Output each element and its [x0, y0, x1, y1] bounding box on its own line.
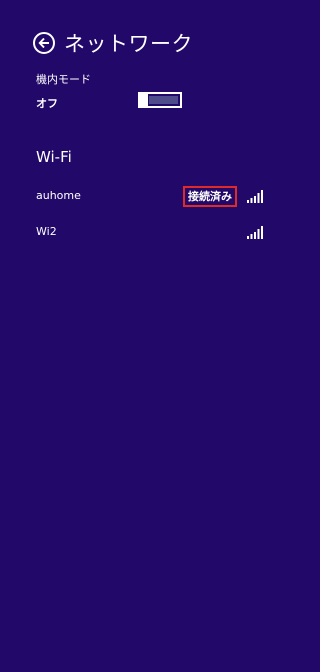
- connection-status-badge: 接続済み: [183, 186, 237, 207]
- network-row-auhome[interactable]: auhome 接続済み: [36, 186, 264, 207]
- back-arrow-icon: [38, 37, 49, 49]
- toggle-track: [149, 96, 178, 104]
- header: ネットワーク: [33, 28, 193, 58]
- toggle-thumb[interactable]: [138, 92, 148, 108]
- wifi-heading: Wi-Fi: [36, 148, 72, 166]
- airplane-mode-label: 機内モード: [36, 73, 91, 86]
- back-button[interactable]: [33, 32, 55, 54]
- page-title: ネットワーク: [64, 32, 193, 56]
- network-name: Wi2: [36, 225, 57, 238]
- network-name: auhome: [36, 189, 81, 202]
- airplane-mode-state: オフ: [36, 97, 58, 110]
- network-row-wi2[interactable]: Wi2: [36, 222, 264, 242]
- wifi-signal-icon: [247, 226, 263, 239]
- airplane-mode-toggle[interactable]: [138, 92, 182, 108]
- wifi-signal-icon: [247, 190, 263, 203]
